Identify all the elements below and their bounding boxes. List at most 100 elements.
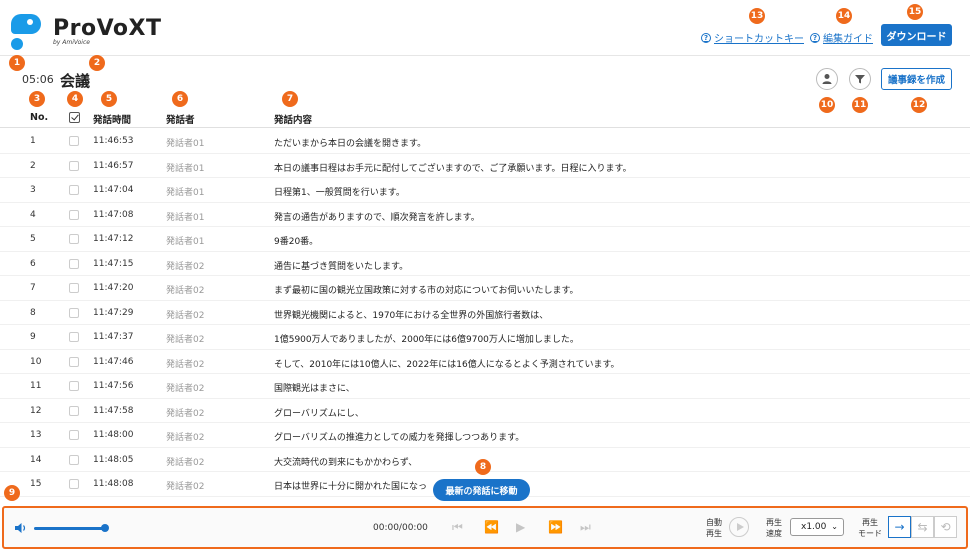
row-checkbox[interactable] [69, 160, 79, 171]
select-all-checkbox[interactable] [69, 112, 80, 123]
row-number: 10 [30, 356, 42, 367]
table-row[interactable]: 7 11:47:20 発話者02 まず最初に国の観光立国政策に対する市の対応についてお… [0, 276, 970, 301]
audio-player-bar: 00:00/00:00 ⏮ ⏪ ▶ ⏩ ⏭ 自動 再生 再生 速度 x1.00 … [2, 506, 968, 549]
skip-to-end-icon[interactable]: ⏭ [580, 520, 591, 535]
row-checkbox[interactable] [69, 209, 79, 220]
play-mode-repeat-button[interactable]: ⇆ [911, 516, 934, 538]
row-speaker[interactable]: 発話者02 [166, 283, 204, 296]
row-text[interactable]: 本日の議事日程はお手元に配付してございますので、ご了承願います。日程に入ります。 [274, 161, 632, 174]
table-row[interactable]: 8 11:47:29 発話者02 世界観光機関によると、1970年における全世界の外国… [0, 301, 970, 325]
skip-to-start-icon[interactable]: ⏮ [452, 520, 463, 535]
row-speaker[interactable]: 発話者02 [166, 332, 204, 345]
download-button[interactable]: ダウンロード [881, 24, 952, 46]
row-checkbox[interactable] [69, 307, 79, 318]
play-mode-loop-button[interactable]: ⟲ [934, 516, 957, 538]
row-number: 11 [30, 381, 42, 391]
row-speaker[interactable]: 発話者02 [166, 406, 204, 419]
row-checkbox[interactable] [69, 356, 79, 367]
row-checkbox[interactable] [69, 405, 79, 416]
row-speaker[interactable]: 発話者02 [166, 308, 204, 321]
annotation-marker-12: 12 [911, 97, 927, 113]
table-row[interactable]: 9 11:47:37 発話者02 1億5900万人でありましたが、2000年には6億9… [0, 325, 970, 350]
row-text[interactable]: 発言の通告がありますので、順次発言を許します。 [274, 210, 480, 223]
row-checkbox[interactable] [69, 332, 79, 342]
fast-forward-icon[interactable]: ⏩ [548, 520, 563, 534]
volume-icon[interactable] [14, 521, 28, 535]
auto-play-toggle[interactable] [729, 517, 749, 537]
row-text[interactable]: まず最初に国の観光立国政策に対する市の対応についてお伺いいたします。 [274, 283, 579, 296]
shortcut-key-link[interactable]: ? ショートカットキー [701, 30, 804, 45]
row-speaker[interactable]: 発話者02 [166, 430, 204, 443]
row-speaker[interactable]: 発話者01 [166, 185, 204, 198]
loop-icon: ⟲ [940, 520, 951, 534]
row-number: 8 [30, 307, 36, 318]
table-row[interactable]: 2 11:46:57 発話者01 本日の議事日程はお手元に配付してございますので、ご了… [0, 154, 970, 178]
table-row[interactable]: 12 11:47:58 発話者02 グローバリズムにし、 [0, 399, 970, 423]
table-row[interactable]: 4 11:47:08 発話者01 発言の通告がありますので、順次発言を許します。 [0, 203, 970, 227]
table-row[interactable]: 10 11:47:46 発話者02 そして、2010年には10億人に、2022年には1… [0, 350, 970, 374]
row-checkbox[interactable] [69, 234, 79, 244]
row-checkbox[interactable] [69, 430, 79, 440]
table-row[interactable]: 13 11:48:00 発話者02 グローバリズムの推進力としての威力を発揮しつつあり… [0, 423, 970, 448]
row-text[interactable]: 日程第1、一般質問を行います。 [274, 185, 405, 198]
filter-button[interactable] [849, 68, 871, 90]
row-text[interactable]: 9番20番。 [274, 234, 318, 247]
row-number: 9 [30, 332, 36, 342]
row-text[interactable]: グローバリズムの推進力としての威力を発揮しつつあります。 [274, 430, 524, 443]
row-number: 2 [30, 160, 36, 171]
volume-slider-handle[interactable] [101, 524, 109, 532]
row-text[interactable]: 日本は世界に十分に開かれた国になっ [274, 479, 427, 492]
row-text[interactable]: そして、2010年には10億人に、2022年には16億人になるとよく予測されてい… [274, 357, 620, 370]
shortcut-key-label: ショートカットキー [714, 34, 804, 45]
provoxt-logo[interactable]: ProVoXT by AmiVoice [11, 14, 162, 52]
annotation-marker-14: 14 [836, 8, 852, 24]
table-row[interactable]: 6 11:47:15 発話者02 通告に基づき質問をいたします。 [0, 252, 970, 276]
row-text[interactable]: 通告に基づき質問をいたします。 [274, 259, 408, 272]
row-text[interactable]: 世界観光機関によると、1970年における全世界の外国旅行者数は、 [274, 308, 548, 321]
row-checkbox[interactable] [69, 136, 79, 146]
table-row[interactable]: 11 11:47:56 発話者02 国際観光はまさに、 [0, 374, 970, 399]
elapsed-time: 05:06 [22, 73, 54, 86]
play-mode-once-button[interactable]: → [888, 516, 911, 538]
row-speaker[interactable]: 発話者02 [166, 357, 204, 370]
row-speaker[interactable]: 発話者02 [166, 259, 204, 272]
table-row[interactable]: 1 11:46:53 発話者01 ただいまから本日の会議を開きます。 [0, 129, 970, 154]
row-speaker[interactable]: 発話者01 [166, 136, 204, 149]
create-minutes-button[interactable]: 議事録を作成 [881, 68, 952, 90]
row-speaker[interactable]: 発話者01 [166, 161, 204, 174]
logo-name: ProVoXT [53, 16, 162, 41]
page-title: 会議 [60, 72, 91, 90]
edit-guide-link[interactable]: ? 編集ガイド [810, 30, 873, 45]
row-number: 12 [30, 405, 42, 416]
row-checkbox[interactable] [69, 283, 79, 293]
row-checkbox[interactable] [69, 381, 79, 391]
row-speaker[interactable]: 発話者02 [166, 381, 204, 394]
row-text[interactable]: 大交流時代の到来にもかかわらず、 [274, 455, 417, 468]
row-checkbox[interactable] [69, 479, 79, 489]
row-speaker[interactable]: 発話者02 [166, 455, 204, 468]
row-speaker[interactable]: 発話者01 [166, 234, 204, 247]
row-text[interactable]: 1億5900万人でありましたが、2000年には6億9700万人に増加しました。 [274, 332, 579, 345]
row-time: 11:47:56 [93, 381, 134, 391]
row-checkbox[interactable] [69, 258, 79, 269]
annotation-marker-11: 11 [852, 97, 868, 113]
play-icon[interactable]: ▶ [516, 520, 525, 534]
table-row[interactable]: 5 11:47:12 発話者01 9番20番。 [0, 227, 970, 252]
row-text[interactable]: グローバリズムにし、 [274, 406, 364, 419]
row-time: 11:48:08 [93, 479, 134, 489]
row-speaker[interactable]: 発話者02 [166, 479, 204, 492]
volume-slider-track[interactable] [34, 527, 106, 530]
rewind-icon[interactable]: ⏪ [484, 520, 499, 534]
speaker-filter-button[interactable] [816, 68, 838, 90]
row-number: 15 [30, 479, 42, 489]
row-checkbox[interactable] [69, 454, 79, 465]
speed-select[interactable]: x1.00 ⌄ [790, 518, 844, 536]
row-checkbox[interactable] [69, 185, 79, 195]
table-row[interactable]: 3 11:47:04 発話者01 日程第1、一般質問を行います。 [0, 178, 970, 203]
row-text[interactable]: ただいまから本日の会議を開きます。 [274, 136, 426, 149]
row-time: 11:47:08 [93, 209, 134, 220]
row-text[interactable]: 国際観光はまさに、 [274, 381, 355, 394]
row-number: 4 [30, 209, 36, 220]
row-speaker[interactable]: 発話者01 [166, 210, 204, 223]
jump-to-latest-button[interactable]: 最新の発話に移動 [433, 479, 530, 501]
